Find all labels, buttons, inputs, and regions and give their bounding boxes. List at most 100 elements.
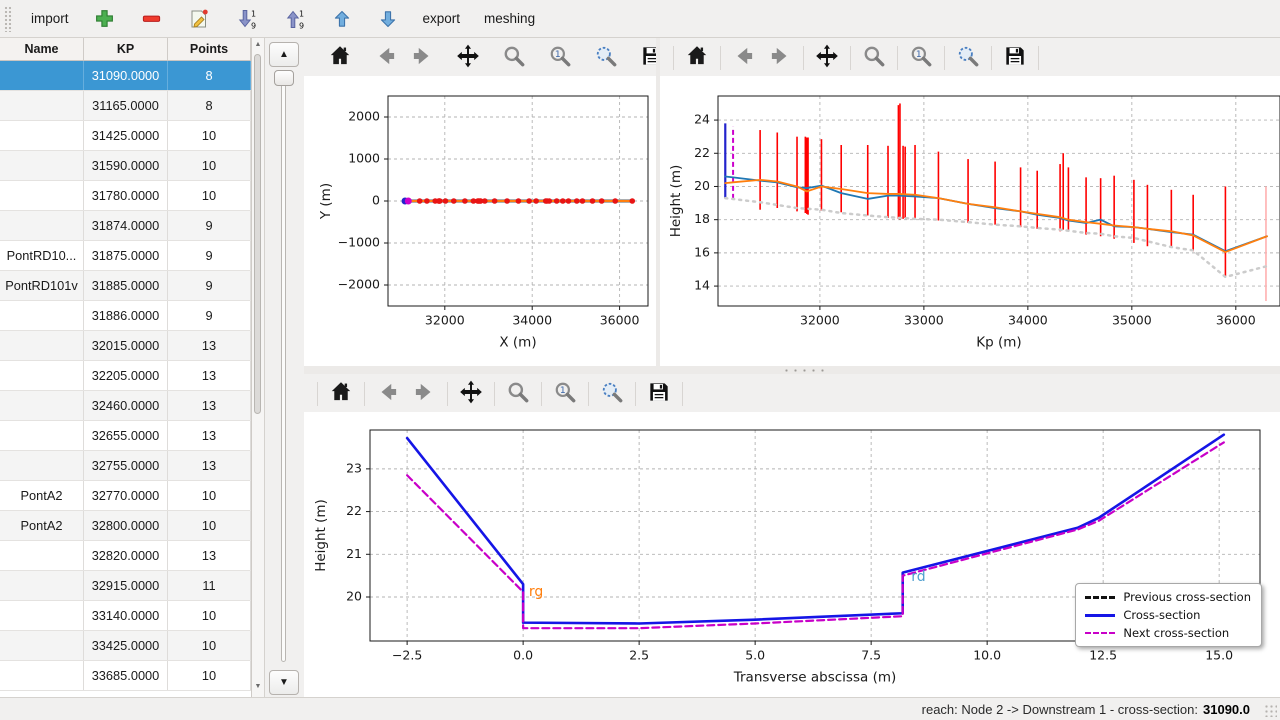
edit-cross-section-button[interactable] (175, 1, 223, 37)
cell-name[interactable] (0, 451, 84, 480)
table-row[interactable]: 31090.00008 (0, 61, 251, 91)
forward-button[interactable] (406, 377, 442, 412)
zoom-button[interactable] (500, 377, 536, 412)
table-row[interactable]: 31780.000010 (0, 181, 251, 211)
table-row[interactable]: 32015.000013 (0, 331, 251, 361)
cell-points[interactable]: 10 (168, 511, 251, 540)
cell-kp[interactable]: 32915.0000 (84, 571, 168, 600)
column-header-kp[interactable]: KP (84, 38, 168, 60)
table-row[interactable]: 31425.000010 (0, 121, 251, 151)
pan-button[interactable] (450, 41, 486, 76)
cell-name[interactable] (0, 121, 84, 150)
cell-name[interactable] (0, 571, 84, 600)
table-row[interactable]: 33425.000010 (0, 631, 251, 661)
cell-name[interactable]: PontA2 (0, 481, 84, 510)
cell-kp[interactable]: 31874.0000 (84, 211, 168, 240)
cell-name[interactable] (0, 421, 84, 450)
move-down-button[interactable] (365, 2, 411, 36)
zoom-region-button[interactable]: 1 (542, 41, 578, 76)
cell-kp[interactable]: 32015.0000 (84, 331, 168, 360)
cell-points[interactable]: 13 (168, 421, 251, 450)
cross-section-slider-track[interactable] (281, 74, 286, 662)
table-row[interactable]: 33685.000010 (0, 661, 251, 691)
cell-points[interactable]: 13 (168, 541, 251, 570)
cell-kp[interactable]: 31165.0000 (84, 91, 168, 120)
cell-points[interactable]: 10 (168, 661, 251, 690)
save-button[interactable] (641, 377, 677, 412)
longitudinal-profile-plot[interactable]: 3200033000340003500036000141618202224Kp … (660, 76, 1280, 361)
cell-points[interactable]: 13 (168, 331, 251, 360)
pan-button[interactable] (809, 41, 845, 76)
zoom-fit-button[interactable] (950, 41, 986, 76)
next-cross-section-button[interactable]: ▼ (269, 670, 299, 695)
table-row[interactable]: 33140.000010 (0, 601, 251, 631)
plan-view-plot[interactable]: 320003400036000200010000−1000−2000X (m)Y… (304, 76, 656, 361)
horizontal-splitter[interactable] (304, 366, 1280, 374)
cell-name[interactable] (0, 181, 84, 210)
table-row[interactable]: PontRD10...31875.00009 (0, 241, 251, 271)
cell-name[interactable] (0, 211, 84, 240)
cell-points[interactable]: 9 (168, 271, 251, 300)
cell-name[interactable] (0, 391, 84, 420)
cross-section-plot[interactable]: −2.50.02.55.07.510.012.515.020212223Tran… (304, 412, 1280, 697)
import-button[interactable]: import (19, 5, 81, 32)
home-button[interactable] (323, 377, 359, 412)
cell-name[interactable] (0, 151, 84, 180)
cell-points[interactable]: 10 (168, 481, 251, 510)
column-header-points[interactable]: Points (168, 38, 251, 60)
cell-kp[interactable]: 32205.0000 (84, 361, 168, 390)
meshing-button[interactable]: meshing (472, 5, 547, 32)
table-row[interactable]: 32915.000011 (0, 571, 251, 601)
cell-points[interactable]: 13 (168, 451, 251, 480)
cell-name[interactable] (0, 61, 84, 90)
cell-points[interactable]: 10 (168, 181, 251, 210)
table-row[interactable]: PontA232770.000010 (0, 481, 251, 511)
cell-kp[interactable]: 33425.0000 (84, 631, 168, 660)
table-scrollbar[interactable]: ▲ ▼ (252, 38, 265, 697)
zoom-region-button[interactable]: 1 (547, 377, 583, 412)
cell-name[interactable] (0, 301, 84, 330)
sort-ascending-button[interactable]: 19 (271, 1, 319, 37)
zoom-fit-button[interactable] (594, 377, 630, 412)
cell-kp[interactable]: 31590.0000 (84, 151, 168, 180)
cell-kp[interactable]: 33685.0000 (84, 661, 168, 690)
remove-cross-section-button[interactable] (128, 1, 175, 36)
cell-kp[interactable]: 31425.0000 (84, 121, 168, 150)
cell-kp[interactable]: 32770.0000 (84, 481, 168, 510)
cell-name[interactable] (0, 631, 84, 660)
cell-name[interactable]: PontRD10... (0, 241, 84, 270)
cell-kp[interactable]: 31875.0000 (84, 241, 168, 270)
cell-kp[interactable]: 31090.0000 (84, 61, 168, 90)
cell-points[interactable]: 11 (168, 571, 251, 600)
table-row[interactable]: 31165.00008 (0, 91, 251, 121)
save-button[interactable] (997, 41, 1033, 76)
cell-kp[interactable]: 32460.0000 (84, 391, 168, 420)
cell-points[interactable]: 13 (168, 391, 251, 420)
table-row[interactable]: 32655.000013 (0, 421, 251, 451)
scroll-down-icon[interactable]: ▼ (252, 682, 264, 692)
table-row[interactable]: 32755.000013 (0, 451, 251, 481)
cell-name[interactable] (0, 91, 84, 120)
cell-kp[interactable]: 33140.0000 (84, 601, 168, 630)
cell-name[interactable] (0, 541, 84, 570)
cell-points[interactable]: 8 (168, 61, 251, 90)
back-button[interactable] (726, 41, 762, 76)
cell-points[interactable]: 9 (168, 211, 251, 240)
table-row[interactable]: PontA232800.000010 (0, 511, 251, 541)
table-row[interactable]: 32820.000013 (0, 541, 251, 571)
cell-kp[interactable]: 32755.0000 (84, 451, 168, 480)
cell-name[interactable] (0, 661, 84, 690)
cell-kp[interactable]: 32655.0000 (84, 421, 168, 450)
add-cross-section-button[interactable] (81, 1, 128, 36)
back-button[interactable] (370, 377, 406, 412)
cell-kp[interactable]: 32800.0000 (84, 511, 168, 540)
cell-kp[interactable]: 31886.0000 (84, 301, 168, 330)
resize-grip-icon[interactable] (1264, 704, 1277, 717)
move-up-button[interactable] (319, 2, 365, 36)
cell-points[interactable]: 9 (168, 301, 251, 330)
zoom-fit-button[interactable] (588, 41, 624, 76)
cell-kp[interactable]: 32820.0000 (84, 541, 168, 570)
export-button[interactable]: export (411, 5, 473, 32)
cell-kp[interactable]: 31780.0000 (84, 181, 168, 210)
table-row[interactable]: 32460.000013 (0, 391, 251, 421)
